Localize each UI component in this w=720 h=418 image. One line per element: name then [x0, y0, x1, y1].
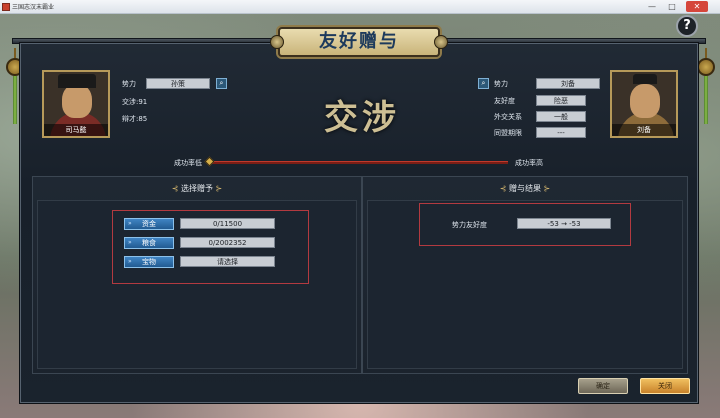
- right-search-icon[interactable]: ⌕: [478, 78, 489, 89]
- alliance-label: 同盟期限: [494, 129, 522, 137]
- window-titlebar: 三国志汉末霸业 — □ ✕: [0, 0, 720, 14]
- left-portrait-face: [62, 84, 92, 118]
- gift-panel-title: ⊰ 选择赠予 ⊱: [171, 184, 223, 193]
- gift-food-button[interactable]: » 粮食: [124, 237, 174, 249]
- minimize-button[interactable]: —: [644, 1, 660, 12]
- diplomacy-label: 外交关系: [494, 113, 522, 121]
- success-high-label: 成功率高: [515, 159, 543, 167]
- alliance-value: ---: [536, 127, 586, 138]
- right-tassel: [696, 48, 716, 124]
- help-button[interactable]: ?: [676, 15, 698, 37]
- friendship-value: 险恶: [536, 95, 586, 106]
- left-portrait-name: 司马懿: [44, 124, 108, 136]
- left-eloquence-stat: 辩才:85: [122, 115, 148, 123]
- center-title: 交涉: [324, 98, 400, 138]
- gift-gold-button[interactable]: » 资金: [124, 218, 174, 230]
- right-portrait-face: [630, 84, 660, 118]
- dialog-title: 友好赠与: [319, 31, 399, 52]
- right-portrait-name: 刘备: [612, 124, 676, 136]
- right-faction-label: 势力: [494, 80, 508, 88]
- left-portrait[interactable]: 司马懿: [42, 70, 110, 138]
- window-close-button[interactable]: ✕: [686, 1, 708, 12]
- result-friendship-value: -53 → -53: [517, 218, 611, 229]
- success-low-label: 成功率低: [174, 159, 202, 167]
- result-panel-title: ⊰ 赠与结果 ⊱: [499, 184, 551, 193]
- right-portrait[interactable]: 刘备: [610, 70, 678, 138]
- left-faction-label: 势力: [122, 80, 136, 88]
- result-friendship-label: 势力友好度: [452, 221, 487, 229]
- dialog-title-plaque: 友好赠与: [270, 27, 448, 57]
- window-title: 三国志汉末霸业: [12, 4, 55, 11]
- plaque-knob-left: [270, 35, 284, 49]
- app-icon: [2, 3, 10, 11]
- maximize-button[interactable]: □: [664, 1, 680, 12]
- gift-gold-value[interactable]: 0/11500: [180, 218, 275, 229]
- left-search-icon[interactable]: ⌕: [216, 78, 227, 89]
- success-rate-bar: [210, 161, 508, 164]
- close-button[interactable]: 关闭: [640, 378, 690, 394]
- confirm-button[interactable]: 确定: [578, 378, 628, 394]
- plaque-knob-right: [434, 35, 448, 49]
- right-faction-value: 刘备: [536, 78, 600, 89]
- left-negotiation-stat: 交涉:91: [122, 98, 148, 106]
- diplomacy-value: 一般: [536, 111, 586, 122]
- friendship-label: 友好度: [494, 97, 515, 105]
- gift-food-value[interactable]: 0/2002352: [180, 237, 275, 248]
- gift-treasure-button[interactable]: » 宝物: [124, 256, 174, 268]
- left-faction-value: 孙策: [146, 78, 210, 89]
- gift-treasure-select[interactable]: 请选择: [180, 256, 275, 267]
